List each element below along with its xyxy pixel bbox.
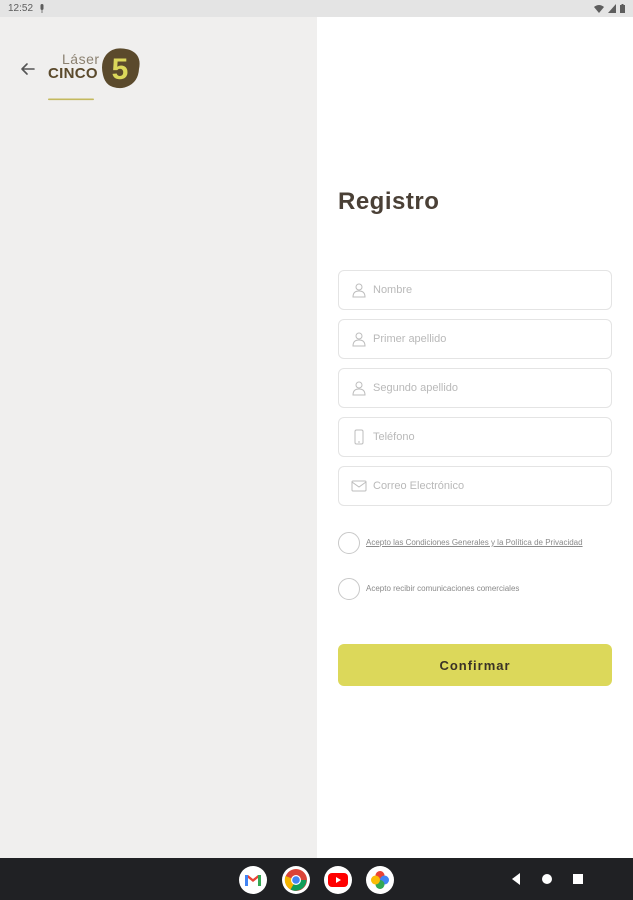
phone-icon — [354, 429, 364, 445]
mail-icon — [351, 480, 367, 492]
signal-icon — [608, 4, 616, 13]
battery-icon — [620, 4, 625, 13]
page-title: Registro — [338, 188, 440, 215]
nav-home-icon[interactable] — [541, 872, 553, 886]
logo-digit: 5 — [112, 53, 129, 86]
name-input[interactable] — [373, 284, 603, 296]
nav-recents-icon[interactable] — [572, 872, 584, 886]
back-arrow-icon[interactable] — [20, 61, 36, 77]
terms-link[interactable]: Acepto las Condiciones Generales y la Po… — [366, 538, 583, 548]
second-surname-field[interactable] — [338, 368, 612, 408]
register-panel: Registro Acepto las Condiciones Generale… — [317, 17, 633, 858]
email-field[interactable] — [338, 466, 612, 506]
confirm-button[interactable]: Confirmar — [338, 644, 612, 686]
logo-tagline-mark — [48, 98, 94, 101]
person-icon — [352, 332, 366, 347]
terms-checkbox[interactable] — [338, 532, 360, 554]
system-nav-bar — [0, 858, 633, 900]
comms-label: Acepto recibir comunicaciones comerciale… — [366, 584, 520, 593]
comms-checkbox[interactable] — [338, 578, 360, 600]
comms-row: Acepto recibir comunicaciones comerciale… — [338, 578, 612, 600]
chrome-icon[interactable] — [282, 866, 310, 894]
left-panel: 5 Láser CINCO — [0, 17, 317, 858]
gmail-icon[interactable] — [239, 866, 267, 894]
status-time: 12:52 — [8, 3, 34, 14]
photos-icon[interactable] — [366, 866, 394, 894]
terms-row: Acepto las Condiciones Generales y la Po… — [338, 532, 612, 554]
brand-logo: 5 Láser CINCO — [48, 47, 144, 107]
mic-icon — [40, 4, 44, 13]
phone-field[interactable] — [338, 417, 612, 457]
wifi-icon — [594, 5, 604, 13]
second-surname-input[interactable] — [373, 382, 603, 394]
name-field[interactable] — [338, 270, 612, 310]
first-surname-field[interactable] — [338, 319, 612, 359]
email-input[interactable] — [373, 480, 603, 492]
phone-input[interactable] — [373, 431, 603, 443]
person-icon — [352, 381, 366, 396]
logo-text-cinco: CINCO — [48, 65, 98, 82]
first-surname-input[interactable] — [373, 333, 603, 345]
person-icon — [352, 283, 366, 298]
status-bar: 12:52 — [0, 0, 633, 17]
nav-back-icon[interactable] — [510, 872, 522, 886]
youtube-icon[interactable] — [324, 866, 352, 894]
logo-blob-icon: 5 — [102, 48, 140, 89]
